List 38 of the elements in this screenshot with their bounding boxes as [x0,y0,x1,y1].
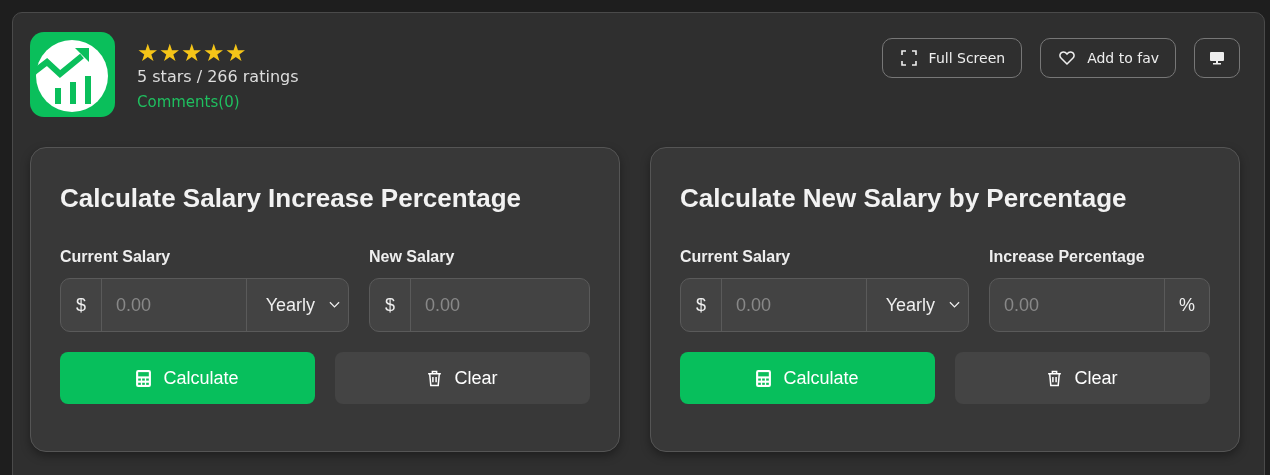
trash-icon [427,369,443,387]
display-button[interactable] [1194,38,1240,78]
field-label: Increase Percentage [989,248,1146,266]
card-title: Calculate New Salary by Percentage [680,182,1128,215]
trash-icon [1047,369,1063,387]
field-label: New Salary [369,248,456,266]
clear-button[interactable]: Clear [955,352,1210,404]
fullscreen-icon [900,50,917,66]
heart-icon [1059,50,1076,66]
star-icon: ★ [203,41,225,65]
growth-chart-logo-icon [30,32,115,117]
amount-input[interactable]: 0.00 [411,279,589,331]
input-field[interactable]: 0.00 % [989,278,1210,332]
input-field[interactable]: $ 0.00 Yearly [60,278,349,332]
period-select[interactable]: Yearly [865,279,968,331]
star-icon: ★ [225,41,247,65]
add-to-fav-button[interactable]: Add to fav [1040,38,1176,78]
comments-link[interactable]: Comments(0) [137,89,299,115]
card-title: Calculate Salary Increase Percentage [60,182,523,215]
chevron-down-icon [949,301,960,309]
calculator-icon [136,369,152,387]
field-label: Current Salary [680,248,792,266]
monitor-icon [1209,50,1225,66]
input-field[interactable]: $ 0.00 Yearly [680,278,969,332]
amount-input[interactable]: 0.00 [102,279,246,331]
amount-input[interactable]: 0.00 [990,279,1164,331]
field-label: Current Salary [60,248,172,266]
period-select[interactable]: Yearly [245,279,348,331]
full-screen-button[interactable]: Full Screen [881,38,1023,78]
star-icon: ★ [181,41,203,65]
clear-button[interactable]: Clear [335,352,590,404]
input-field[interactable]: $ 0.00 [369,278,590,332]
calculator-icon [756,369,772,387]
star-icon: ★ [137,41,159,65]
chevron-down-icon [329,301,340,309]
rating-summary: 5 stars / 266 ratings [137,66,299,88]
amount-input[interactable]: 0.00 [722,279,866,331]
star-icon: ★ [159,41,181,65]
